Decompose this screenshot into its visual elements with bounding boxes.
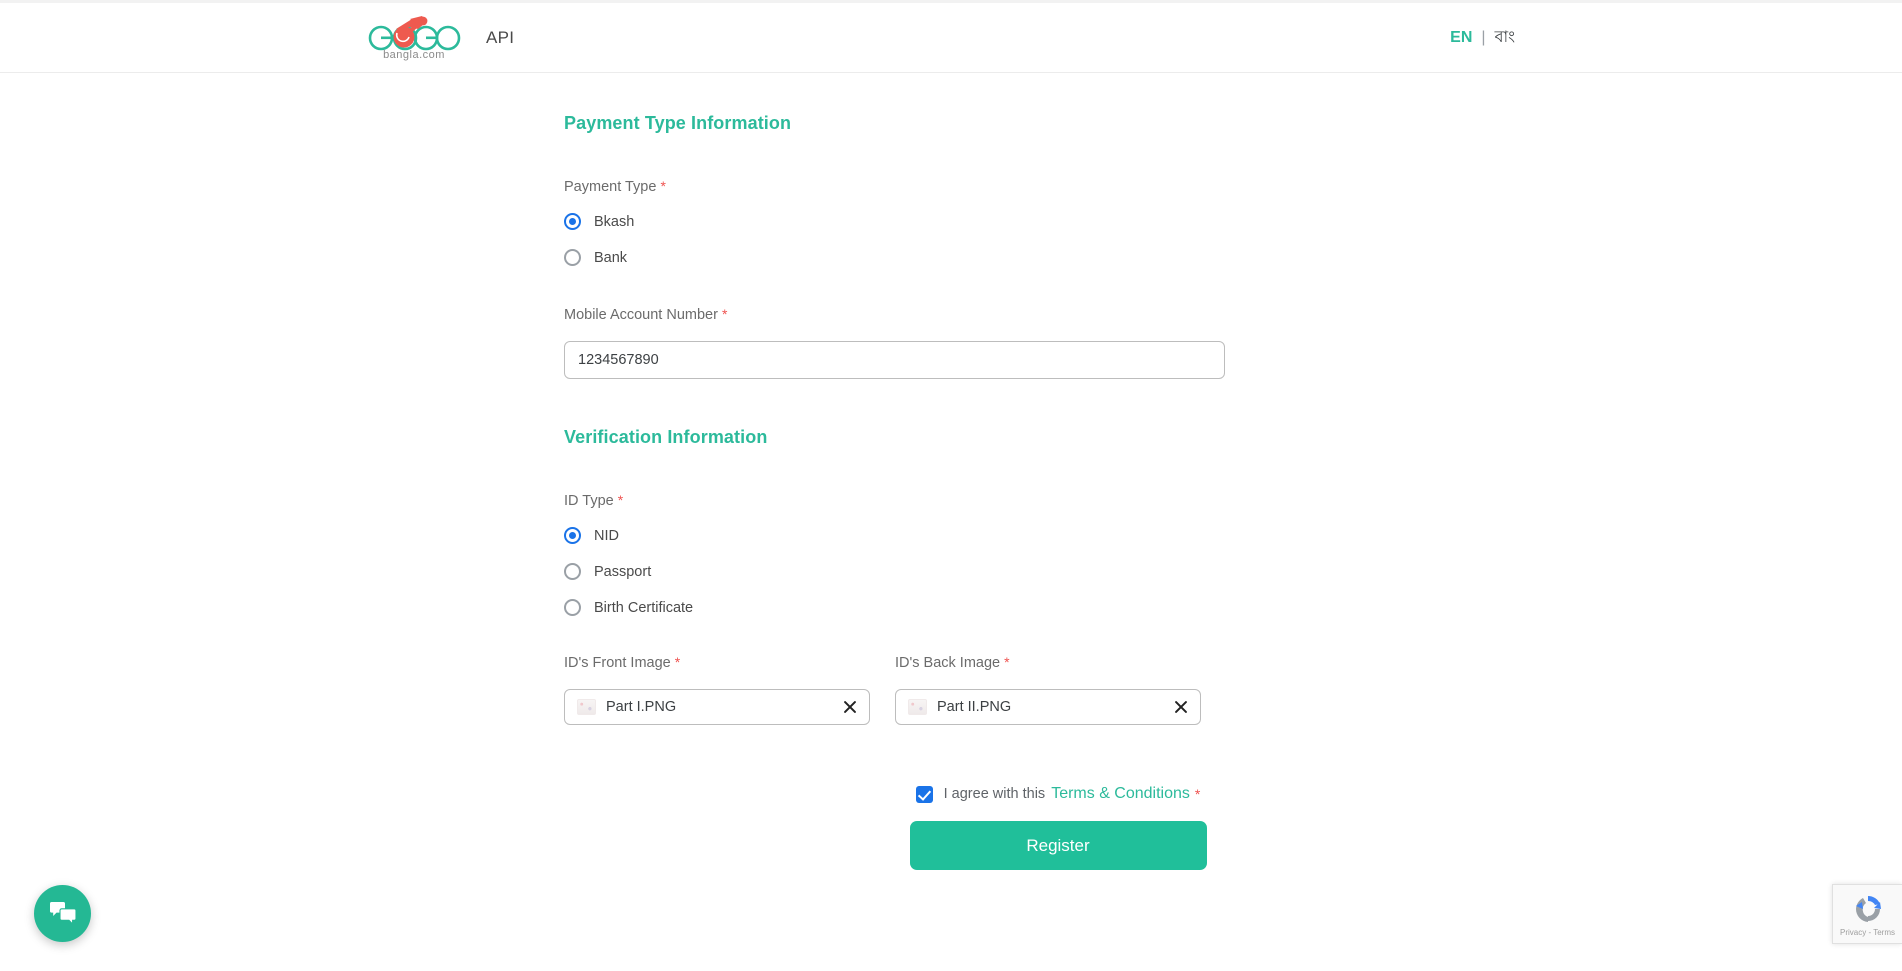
mobile-account-label-text: Mobile Account Number [564, 307, 718, 323]
required-asterisk: * [674, 654, 681, 670]
radio-option-nid[interactable]: NID [564, 527, 1564, 544]
recaptcha-privacy-terms[interactable]: Privacy - Terms [1840, 928, 1895, 937]
required-asterisk: * [617, 492, 624, 508]
radio-label-bank: Bank [594, 249, 628, 266]
id-front-label: ID's Front Image * [564, 654, 870, 671]
id-back-file-chip[interactable]: Part II.PNG [895, 689, 1201, 725]
payment-section-title: Payment Type Information [564, 113, 792, 133]
required-asterisk: * [1194, 786, 1201, 802]
lang-separator: | [1481, 28, 1486, 46]
chat-widget-button[interactable] [34, 885, 91, 942]
id-front-file-name: Part I.PNG [606, 699, 677, 715]
brand-block[interactable]: bangla.com API [366, 15, 514, 61]
terms-agreement-row[interactable]: I agree with this Terms & Conditions * [552, 785, 1564, 803]
recaptcha-badge[interactable]: Privacy - Terms [1832, 884, 1902, 944]
radio-icon-nid[interactable] [564, 527, 581, 544]
id-back-file-name: Part II.PNG [937, 699, 1012, 715]
terms-and-conditions-link[interactable]: Terms & Conditions [1051, 785, 1190, 803]
language-switcher[interactable]: EN | বাং [1450, 24, 1515, 51]
id-back-label-text: ID's Back Image [895, 655, 1001, 671]
id-image-uploads: ID's Front Image * Part I.PNG ID's Back … [564, 654, 1564, 725]
radio-option-bank[interactable]: Bank [564, 249, 1564, 266]
radio-label-bkash: Bkash [594, 213, 635, 230]
gogobangla-logo[interactable]: bangla.com [366, 15, 462, 61]
logo-subtitle: bangla.com [383, 49, 445, 61]
lang-bn-option[interactable]: বাং [1495, 24, 1515, 51]
remove-back-image-icon[interactable] [1172, 698, 1190, 716]
mobile-account-label: Mobile Account Number * [564, 306, 1564, 323]
radio-label-passport: Passport [594, 563, 652, 580]
radio-icon-birth-certificate[interactable] [564, 599, 581, 616]
radio-icon-bank[interactable] [564, 249, 581, 266]
remove-front-image-icon[interactable] [841, 698, 859, 716]
id-front-file-chip[interactable]: Part I.PNG [564, 689, 870, 725]
radio-option-passport[interactable]: Passport [564, 563, 1564, 580]
submit-row: Register [552, 821, 1564, 870]
radio-option-bkash[interactable]: Bkash [564, 213, 1564, 230]
logo-graphic: bangla.com [368, 15, 461, 61]
id-front-upload-group: ID's Front Image * Part I.PNG [564, 654, 870, 725]
page-body: Payment Type Information Payment Type * … [0, 73, 1902, 970]
terms-checkbox[interactable] [915, 785, 933, 803]
radio-label-nid: NID [594, 527, 619, 544]
verification-section-title: Verification Information [564, 427, 768, 447]
chat-bubbles-icon [49, 902, 77, 926]
radio-option-birth-certificate[interactable]: Birth Certificate [564, 599, 1564, 616]
payment-type-label-text: Payment Type [564, 179, 657, 195]
radio-icon-bkash[interactable] [564, 213, 581, 230]
image-thumbnail-icon [908, 699, 927, 715]
registration-form: Payment Type Information Payment Type * … [564, 113, 1564, 870]
id-back-upload-group: ID's Back Image * Part II.PNG [895, 654, 1201, 725]
terms-agreement-text: I agree with this [943, 786, 1046, 802]
id-back-label: ID's Back Image * [895, 654, 1201, 671]
id-type-label-text: ID Type [564, 493, 614, 509]
payment-type-label: Payment Type * [564, 178, 1564, 195]
required-asterisk: * [721, 306, 728, 322]
recaptcha-icon [1855, 895, 1881, 922]
required-asterisk: * [660, 178, 666, 194]
image-thumbnail-icon [577, 699, 596, 715]
id-type-label: ID Type * [564, 492, 1564, 509]
register-button[interactable]: Register [909, 821, 1207, 870]
site-header: bangla.com API EN | বাং [0, 3, 1902, 73]
mobile-account-field-group: Mobile Account Number * [564, 306, 1564, 379]
mobile-account-input[interactable] [564, 341, 1225, 379]
radio-icon-passport[interactable] [564, 563, 581, 580]
required-asterisk: * [1004, 654, 1010, 670]
id-front-label-text: ID's Front Image [564, 655, 671, 671]
radio-label-birth-certificate: Birth Certificate [594, 599, 694, 616]
lang-en-option[interactable]: EN [1450, 29, 1472, 47]
api-label: API [486, 27, 515, 47]
